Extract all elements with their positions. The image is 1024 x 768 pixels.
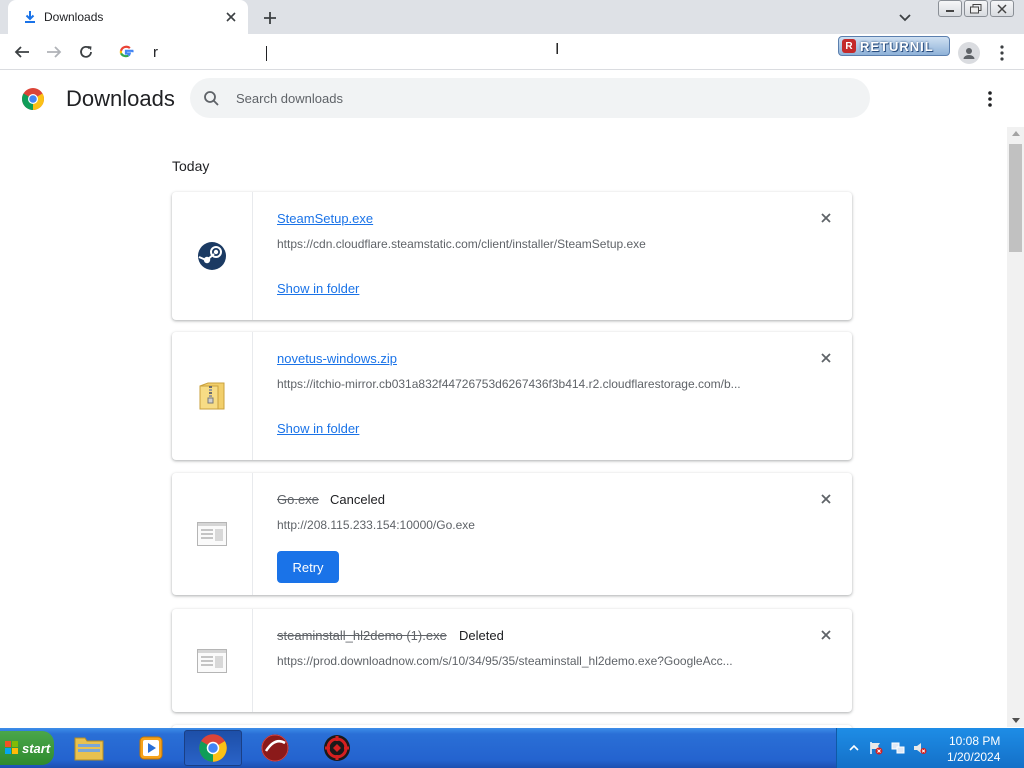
media-player-icon <box>139 736 163 760</box>
clock-time[interactable]: 10:08 PM <box>949 734 1000 748</box>
file-name: steaminstall_hl2demo (1).exe <box>277 628 447 643</box>
start-label: start <box>22 740 51 756</box>
download-item: Go.exe Canceled http://208.115.233.154:1… <box>172 473 852 595</box>
scrollbar-thumb[interactable] <box>1009 144 1022 252</box>
close-icon[interactable] <box>817 490 835 508</box>
address-text[interactable]: r <box>153 44 158 61</box>
taskbar-explorer[interactable] <box>60 730 118 766</box>
close-icon[interactable] <box>817 626 835 644</box>
file-url: https://cdn.cloudflare.steamstatic.com/c… <box>277 237 646 251</box>
search-placeholder: Search downloads <box>236 91 343 106</box>
profile-avatar[interactable] <box>958 42 980 64</box>
page-title: Downloads <box>66 86 175 111</box>
generic-file-icon <box>197 522 227 546</box>
windows-taskbar: start 10:08 PM 1/20/2024 <box>0 728 1024 768</box>
more-vert-icon[interactable] <box>982 89 998 109</box>
minimize-button[interactable] <box>938 0 962 17</box>
close-icon[interactable] <box>222 8 240 26</box>
close-window-button[interactable] <box>990 0 1014 17</box>
windows-logo-icon <box>5 741 18 754</box>
date-section-label: Today <box>172 158 210 174</box>
taskbar-media-player[interactable] <box>122 730 180 766</box>
scroll-down-arrow-icon[interactable] <box>1012 718 1020 723</box>
taskbar-returnil[interactable] <box>246 730 304 766</box>
taskbar-app[interactable] <box>308 730 366 766</box>
window-controls <box>938 0 1014 18</box>
generic-file-icon <box>197 648 227 673</box>
search-downloads-input[interactable]: Search downloads <box>190 78 870 118</box>
tab-title: Downloads <box>44 10 104 24</box>
tab-strip: Downloads <box>0 0 1024 34</box>
chrome-icon <box>199 734 227 762</box>
download-item: novetus-windows.zip https://itchio-mirro… <box>172 332 852 460</box>
close-icon[interactable] <box>817 349 835 367</box>
start-button[interactable]: start <box>0 731 54 765</box>
steam-icon <box>198 242 226 270</box>
file-name: Go.exe <box>277 492 319 507</box>
download-status: Canceled <box>330 492 385 507</box>
returnil-logo-icon: R <box>842 39 856 53</box>
google-icon <box>119 45 134 58</box>
search-icon <box>204 91 219 106</box>
text-caret <box>266 46 267 61</box>
downloads-header: Downloads Search downloads <box>0 71 1024 127</box>
returnil-extension-badge[interactable]: R RETURNIL <box>838 36 950 56</box>
new-tab-button[interactable] <box>260 8 280 28</box>
tab-downloads[interactable]: Downloads <box>8 0 248 34</box>
show-in-folder-link[interactable]: Show in folder <box>277 281 359 296</box>
back-arrow-icon[interactable] <box>12 42 32 62</box>
address-bar[interactable]: r <box>110 38 830 66</box>
file-icon-cell <box>172 473 253 595</box>
file-url: https://itchio-mirror.cb031a832f44726753… <box>277 377 741 391</box>
reload-icon[interactable] <box>76 42 96 62</box>
show-in-folder-link[interactable]: Show in folder <box>277 421 359 436</box>
scroll-up-arrow-icon[interactable] <box>1012 131 1020 136</box>
more-vert-icon[interactable] <box>995 43 1009 63</box>
folder-icon <box>74 737 104 761</box>
download-item: SteamSetup.exe https://cdn.cloudflare.st… <box>172 192 852 320</box>
system-tray: 10:08 PM 1/20/2024 <box>836 728 1024 768</box>
volume-muted-icon[interactable] <box>913 741 927 755</box>
file-icon-cell <box>172 332 253 460</box>
taskbar-chrome[interactable] <box>184 730 242 766</box>
download-status: Deleted <box>459 628 504 643</box>
mouse-cursor-icon: I <box>555 41 560 58</box>
restore-button[interactable] <box>964 0 988 17</box>
returnil-label: RETURNIL <box>860 38 934 54</box>
close-icon[interactable] <box>817 209 835 227</box>
retry-button[interactable]: Retry <box>277 551 339 583</box>
chevron-down-icon[interactable] <box>896 8 914 26</box>
chrome-logo-icon <box>22 88 44 110</box>
forward-arrow-icon[interactable] <box>44 42 64 62</box>
returnil-icon <box>261 734 289 762</box>
file-icon-cell <box>172 609 253 712</box>
browser-toolbar: r I R RETURNIL <box>0 34 1024 70</box>
red-gear-icon <box>324 735 350 761</box>
file-url: http://208.115.233.154:10000/Go.exe <box>277 518 475 532</box>
action-center-flag-icon[interactable] <box>869 741 883 755</box>
file-icon-cell <box>172 192 253 320</box>
download-item: steaminstall_hl2demo (1).exe Deleted htt… <box>172 609 852 712</box>
download-icon <box>25 11 35 23</box>
clock-date[interactable]: 1/20/2024 <box>947 750 1000 764</box>
file-name-link[interactable]: novetus-windows.zip <box>277 351 397 366</box>
file-url: https://prod.downloadnow.com/s/10/34/95/… <box>277 654 733 668</box>
vertical-scrollbar[interactable] <box>1007 127 1024 727</box>
zip-folder-icon <box>199 382 225 410</box>
network-icon[interactable] <box>891 741 905 755</box>
file-name-link[interactable]: SteamSetup.exe <box>277 211 373 226</box>
show-hidden-icons-icon[interactable] <box>847 741 861 755</box>
